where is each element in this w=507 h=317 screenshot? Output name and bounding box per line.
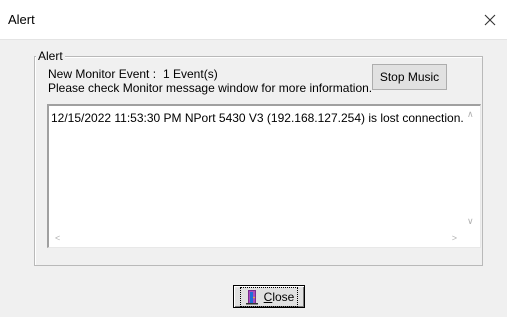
stop-music-button[interactable]: Stop Music (372, 64, 447, 90)
close-button[interactable]: Close (233, 285, 305, 308)
title-bar: Alert (0, 0, 507, 40)
window-close-button[interactable] (473, 0, 507, 39)
close-button-content: Close (239, 286, 299, 307)
window-title: Alert (8, 12, 35, 27)
message-item[interactable]: 12/15/2022 11:53:30 PM NPort 5430 V3 (19… (51, 111, 464, 125)
vertical-scrollbar[interactable]: ∧ ∨ (463, 106, 480, 230)
scroll-left-icon[interactable]: < (55, 234, 60, 243)
scroll-down-icon[interactable]: ∨ (467, 217, 474, 226)
horizontal-scrollbar[interactable]: < > (49, 230, 463, 247)
close-x-icon (484, 14, 496, 25)
close-label: Close (263, 289, 295, 304)
message-list[interactable]: 12/15/2022 11:53:30 PM NPort 5430 V3 (19… (47, 104, 481, 248)
hint-text: Please check Monitor message window for … (48, 81, 373, 95)
scroll-up-icon[interactable]: ∧ (467, 110, 474, 119)
door-icon (245, 289, 258, 304)
event-count: 1 Event(s) (163, 67, 218, 81)
group-label: Alert (36, 49, 65, 63)
scroll-right-icon[interactable]: > (452, 234, 457, 243)
event-label: New Monitor Event : (48, 67, 157, 81)
